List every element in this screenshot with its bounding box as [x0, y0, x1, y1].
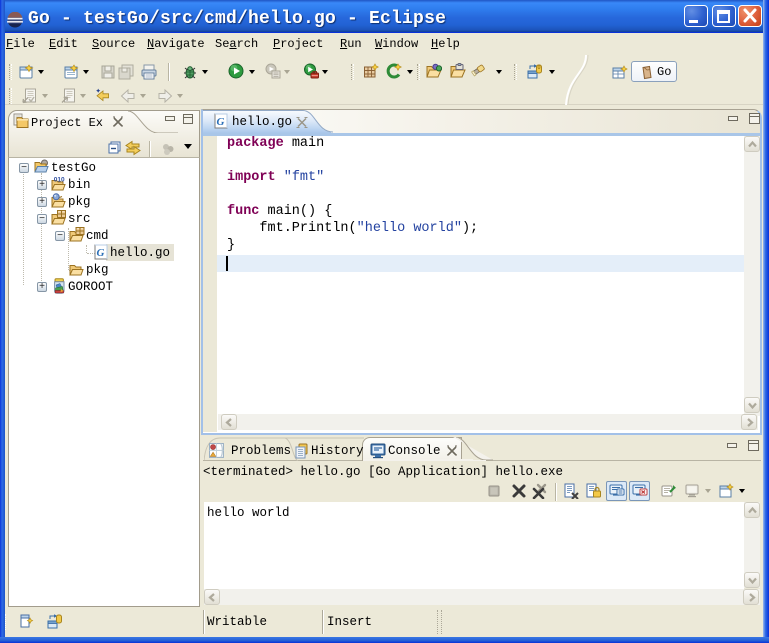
- svg-text:G: G: [217, 116, 225, 128]
- svg-text:010: 010: [54, 177, 65, 184]
- svg-text:G: G: [97, 247, 105, 259]
